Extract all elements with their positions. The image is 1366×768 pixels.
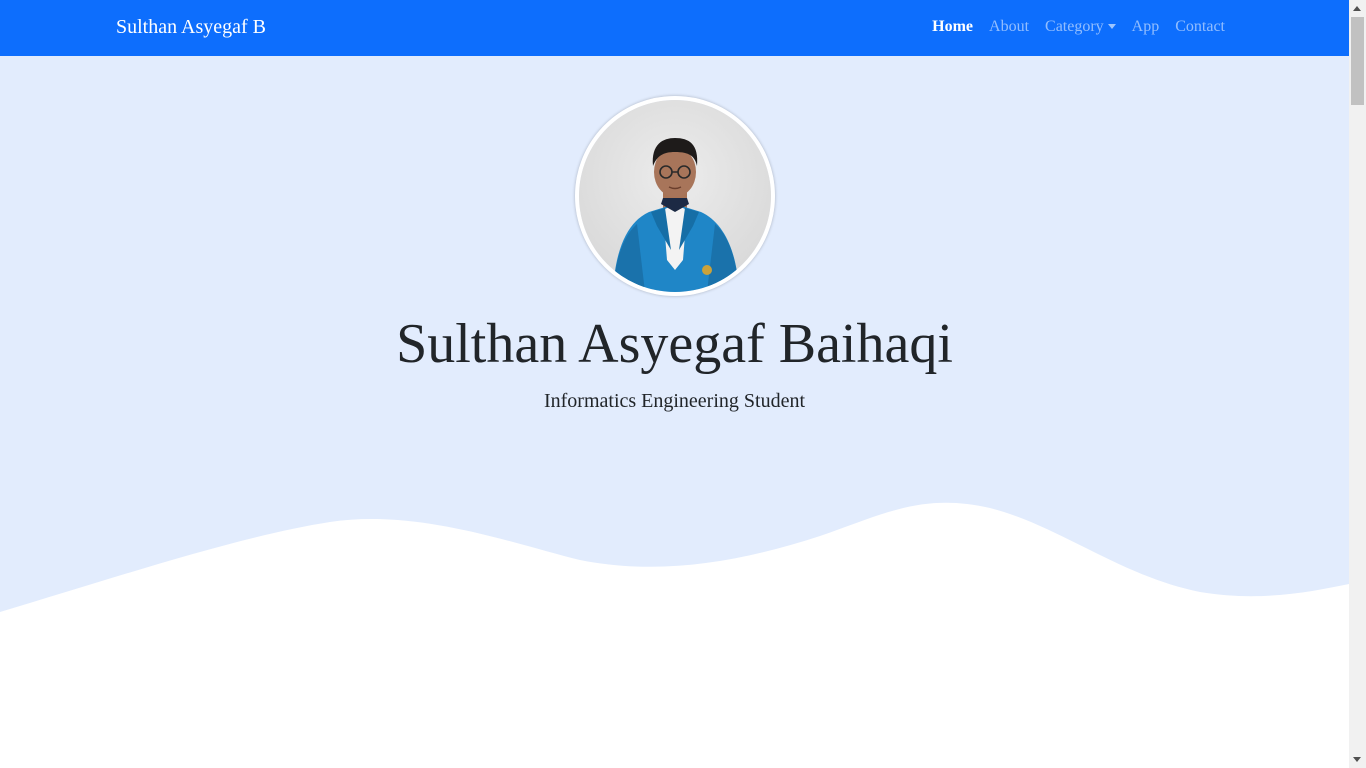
caret-down-icon	[1107, 23, 1116, 29]
nav-links: Home About Category App Contact	[932, 18, 1225, 36]
person-photo-icon	[579, 100, 771, 292]
nav-app-label: App	[1131, 18, 1160, 35]
profile-photo-avatar	[575, 96, 775, 296]
scrollbar-thumb[interactable]	[1351, 17, 1364, 105]
nav-app-link[interactable]: App	[1132, 18, 1160, 36]
nav-home-label: Home	[932, 18, 974, 35]
page: Sulthan Asyegaf B Home About Category Ap…	[0, 0, 1349, 768]
page-scrollbar[interactable]	[1349, 0, 1366, 768]
nav-about-label: About	[989, 18, 1030, 35]
nav-home-link[interactable]: Home	[932, 18, 973, 36]
nav-category-dropdown[interactable]: Category	[1045, 18, 1116, 36]
navbar-brand[interactable]: Sulthan Asyegaf B	[116, 16, 266, 39]
scroll-up-arrow-icon[interactable]	[1353, 6, 1361, 11]
hero-title: Sulthan Asyegaf Baihaqi	[396, 313, 953, 375]
hero-section: Sulthan Asyegaf Baihaqi Informatics Engi…	[0, 56, 1349, 768]
nav-about-link[interactable]: About	[989, 18, 1029, 36]
nav-contact-link[interactable]: Contact	[1175, 18, 1225, 36]
nav-category-label: Category	[1045, 18, 1104, 35]
scroll-down-arrow-icon[interactable]	[1353, 757, 1361, 762]
navbar: Sulthan Asyegaf B Home About Category Ap…	[0, 0, 1349, 56]
hero-subtitle: Informatics Engineering Student	[543, 390, 806, 412]
nav-contact-label: Contact	[1175, 18, 1225, 35]
